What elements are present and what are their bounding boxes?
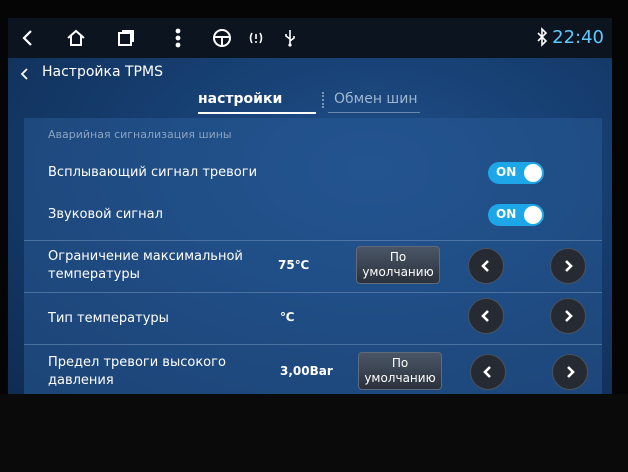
row-sound-signal: Звуковой сигнал ON [24,198,602,234]
row-label-line: давления [48,373,114,388]
tab-bar: настройки Обмен шин [188,88,428,114]
row-label: Предел тревоги высокого давления [48,354,226,390]
home-icon[interactable] [64,26,88,50]
recent-apps-icon[interactable] [114,26,138,50]
high-pressure-limit-value: 3,00Bar [280,364,333,378]
divider [24,240,602,241]
default-button-line: умолчанию [364,371,436,385]
bluetooth-icon [536,27,548,51]
tab-settings[interactable]: настройки [198,88,282,112]
row-label: Ограничение максимальной температуры [48,248,243,284]
row-label: Звуковой сигнал [48,207,163,222]
section-header: Аварийная сигнализация шины [48,128,232,141]
temperature-type-prev-button[interactable] [468,298,504,334]
back-icon[interactable] [16,26,40,50]
row-label-line: Предел тревоги высокого [48,355,226,370]
popup-alarm-toggle[interactable]: ON [488,162,544,184]
settings-panel: Аварийная сигнализация шины Всплывающий … [24,118,602,394]
title-bar: Настройка TPMS [8,58,612,88]
chevron-left-icon [481,310,489,322]
page-title: Настройка TPMS [42,64,163,80]
high-pressure-increase-button[interactable] [552,354,588,390]
back-chevron-icon[interactable] [18,66,32,80]
toggle-text: ON [496,207,517,221]
toggle-knob [524,206,542,224]
row-label-line: Ограничение максимальной [48,249,243,264]
tab-active-underline [198,112,316,114]
default-button-line: По [391,356,409,370]
divider [24,292,602,293]
max-temperature-decrease-button[interactable] [468,248,504,284]
default-button-line: По [389,250,407,264]
default-button-line: умолчанию [362,265,434,279]
tab-separator [322,92,326,108]
toggle-knob [524,164,542,182]
chevron-right-icon [565,310,573,322]
row-label-line: температуры [48,267,140,282]
status-bar: 22:40 [8,18,612,58]
toggle-text: ON [496,165,517,179]
head-unit-screen: 22:40 Настройка TPMS настройки Обмен шин… [8,18,612,394]
tpms-icon [244,26,268,50]
tab-inactive-underline [328,112,420,113]
divider [24,344,602,345]
max-temperature-default-button[interactable]: По умолчанию [356,246,440,284]
temperature-type-value: ℃ [280,310,295,324]
row-max-temperature: Ограничение максимальной температуры 75℃… [24,242,602,290]
clock: 22:40 [552,27,604,48]
chevron-right-icon [567,366,575,378]
max-temperature-value: 75℃ [278,258,310,272]
high-pressure-decrease-button[interactable] [470,354,506,390]
row-temperature-type: Тип температуры ℃ [24,294,602,340]
temperature-type-next-button[interactable] [550,298,586,334]
device-bezel [0,394,628,472]
high-pressure-default-button[interactable]: По умолчанию [358,352,442,390]
usb-icon [278,26,302,50]
menu-icon[interactable] [166,26,190,50]
chevron-left-icon [481,260,489,272]
sound-signal-toggle[interactable]: ON [488,204,544,226]
row-label: Всплывающий сигнал тревоги [48,165,258,180]
chevron-left-icon [483,366,491,378]
tab-tire-swap[interactable]: Обмен шин [334,88,418,112]
max-temperature-increase-button[interactable] [550,248,586,284]
chevron-right-icon [565,260,573,272]
steering-wheel-icon[interactable] [210,26,234,50]
row-high-pressure-limit: Предел тревоги высокого давления 3,00Bar… [24,346,602,394]
row-popup-alarm: Всплывающий сигнал тревоги ON [24,156,602,192]
row-label: Тип температуры [48,311,169,326]
